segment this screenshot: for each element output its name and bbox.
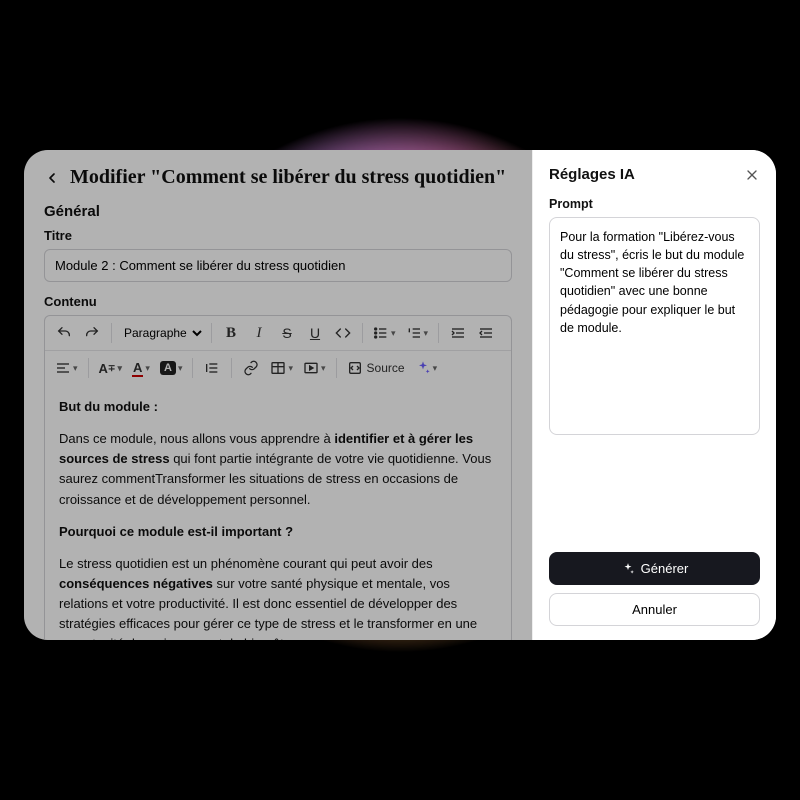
indent-increase-icon[interactable] [445,320,471,346]
toolbar-separator [211,323,212,343]
panel-title: Réglages IA [549,166,635,183]
chevron-down-icon: ▾ [73,363,78,374]
close-icon[interactable] [744,167,760,183]
font-color-button[interactable]: A▾ [128,355,154,381]
editor-pane: Modifier "Comment se libérer du stress q… [24,150,532,640]
chevron-down-icon: ▾ [288,363,293,374]
strikethrough-button[interactable]: S [274,320,300,346]
section-general-heading: Général [44,203,512,220]
back-chevron-icon[interactable] [44,170,60,186]
app-window: Modifier "Comment se libérer du stress q… [24,150,776,640]
ai-settings-panel: Réglages IA Prompt Générer Annuler [532,150,776,640]
content-editor-area[interactable]: But du module : Dans ce module, nous all… [44,385,512,640]
chevron-down-icon: ▾ [145,363,150,374]
content-paragraph-2: Le stress quotidien est un phénomène cou… [59,554,497,640]
table-icon[interactable]: ▾ [266,355,297,381]
chevron-down-icon: ▾ [178,363,183,374]
italic-button[interactable]: I [246,320,272,346]
sparkle-icon [621,562,635,576]
prompt-textarea[interactable] [549,217,760,435]
chevron-down-icon: ▾ [117,363,122,374]
numbered-list-icon[interactable]: ▾ [402,320,433,346]
toolbar-separator [111,323,112,343]
underline-button[interactable]: U [302,320,328,346]
toolbar-separator [231,358,232,378]
bold-button[interactable]: B [218,320,244,346]
source-button[interactable]: Source [343,355,409,381]
paragraph-style-select[interactable]: Paragraphe [118,321,205,345]
toolbar-separator [362,323,363,343]
indent-decrease-icon[interactable] [473,320,499,346]
cancel-button[interactable]: Annuler [549,593,760,626]
content-field-label: Contenu [44,294,512,309]
highlight-color-button[interactable]: A▾ [156,355,186,381]
media-icon[interactable]: ▾ [299,355,330,381]
toolbar-separator [88,358,89,378]
toolbar-separator [438,323,439,343]
chevron-down-icon: ▾ [424,328,429,339]
page-title: Modifier "Comment se libérer du stress q… [70,166,506,189]
toolbar-separator [336,358,337,378]
chevron-down-icon: ▾ [433,363,438,374]
prompt-label: Prompt [549,197,760,211]
content-heading-1: But du module : [59,399,158,414]
chevron-down-icon: ▾ [321,363,326,374]
content-paragraph-1: Dans ce module, nous allons vous apprend… [59,429,497,510]
editor-toolbar: Paragraphe B I S U ▾ ▾ ▾ A∓▾ A▾ A▾ [44,315,512,385]
bullet-list-icon[interactable]: ▾ [369,320,400,346]
font-size-button[interactable]: A∓▾ [95,355,126,381]
align-icon[interactable]: ▾ [51,355,82,381]
chevron-down-icon: ▾ [391,328,396,339]
code-icon[interactable] [330,320,356,346]
redo-icon[interactable] [79,320,105,346]
quote-icon[interactable] [199,355,225,381]
title-field-label: Titre [44,228,512,243]
ai-sparkle-button[interactable]: ▾ [411,355,442,381]
link-icon[interactable] [238,355,264,381]
toolbar-separator [192,358,193,378]
undo-icon[interactable] [51,320,77,346]
generate-button[interactable]: Générer [549,552,760,585]
title-input[interactable] [44,249,512,282]
content-heading-2: Pourquoi ce module est-il important ? [59,524,293,539]
